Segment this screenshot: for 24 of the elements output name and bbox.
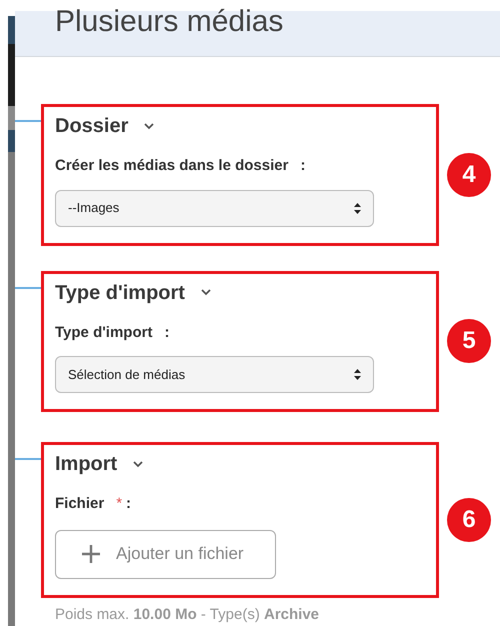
add-file-button[interactable]: Ajouter un fichier: [55, 530, 276, 578]
colon: :: [126, 494, 132, 514]
required-mark: *: [116, 494, 122, 514]
select-arrows-icon: [354, 202, 361, 214]
select-field[interactable]: Sélection de médias: [55, 356, 374, 393]
file-hint: Poids max. 10.00 Mo - Type(s) Archive: [55, 604, 320, 624]
step-badge: 6: [447, 498, 491, 542]
colon: :: [164, 322, 170, 342]
section-title[interactable]: Dossier: [55, 111, 128, 141]
page-title: Plusieurs médias: [55, 9, 284, 36]
chevron-down-icon[interactable]: [200, 289, 211, 296]
chevron-down-icon[interactable]: [144, 122, 154, 130]
chevron-down-icon[interactable]: [133, 460, 144, 468]
section-title[interactable]: Type d'import: [55, 278, 185, 308]
colon: :: [300, 156, 306, 176]
select-field[interactable]: --Images: [55, 190, 374, 226]
step-badge: 5: [447, 319, 491, 364]
field-label: Créer les médias dans le dossier: [55, 156, 288, 176]
field-label: Fichier: [55, 494, 104, 514]
select-arrows-icon: [354, 369, 361, 380]
section-title[interactable]: Import: [55, 449, 118, 479]
field-label: Type d'import: [55, 322, 152, 342]
plus-icon: [82, 545, 100, 563]
step-badge: 4: [447, 152, 491, 197]
